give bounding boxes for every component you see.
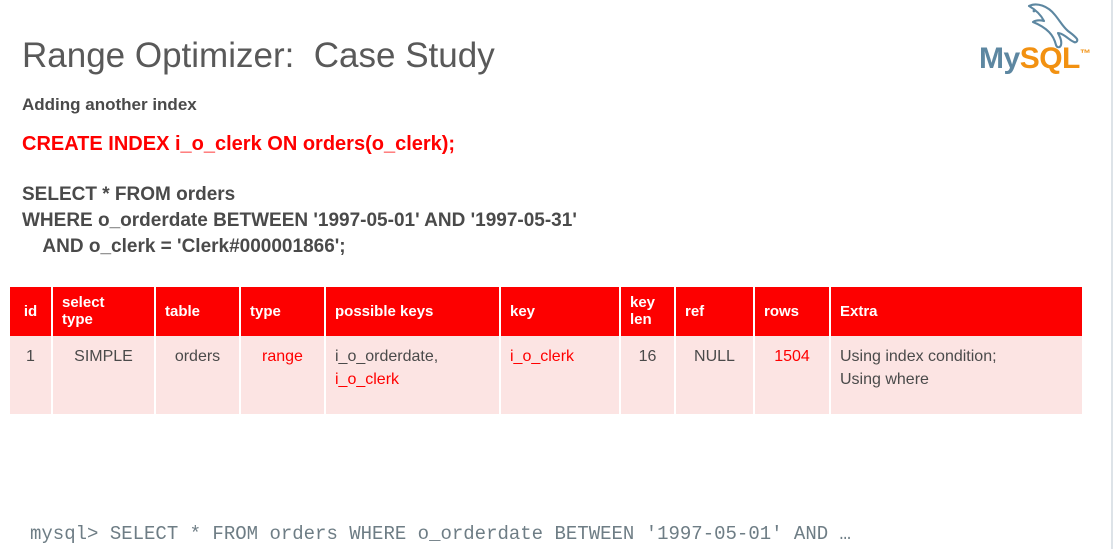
cell-key: i_o_clerk [500, 336, 621, 414]
cell-rows: 1504 [754, 336, 831, 414]
terminal-line-command: mysql> SELECT * FROM orders WHERE o_orde… [30, 523, 851, 545]
cell-type: range [240, 336, 326, 414]
column-header-id: id [10, 287, 53, 336]
cell-ref: NULL [675, 336, 755, 414]
select-statement: SELECT * FROM orders WHERE o_orderdate B… [22, 184, 577, 257]
wordmark-my: My [979, 42, 1020, 75]
create-index-statement: CREATE INDEX i_o_clerk ON orders(o_clerk… [22, 133, 456, 155]
explain-table: id select type table type possible keys … [10, 287, 1082, 414]
table-row: 1 SIMPLE orders range i_o_orderdate, i_o_… [10, 336, 1082, 414]
wordmark-sql: SQL [1019, 42, 1081, 75]
column-header-ref: ref [675, 287, 755, 336]
cell-id: 1 [10, 336, 53, 414]
cell-possible-keys: i_o_orderdate, i_o_clerk [325, 336, 501, 414]
possible-keys-plain: i_o_orderdate, [335, 348, 439, 365]
mysql-logo: MySQL™ [979, 2, 1091, 90]
cell-table: orders [155, 336, 241, 414]
column-header-table: table [155, 287, 241, 336]
slide: MySQL™ Range Optimizer: Case Study Addin… [0, 0, 1113, 549]
cell-select-type: SIMPLE [52, 336, 156, 414]
mysql-wordmark: MySQL™ [979, 42, 1091, 76]
column-header-select-type: select type [52, 287, 156, 336]
terminal-output: mysql> SELECT * FROM orders WHERE o_orde… [30, 464, 851, 549]
page-subtitle: Adding another index [22, 95, 197, 114]
column-header-key-len: key len [620, 287, 676, 336]
possible-keys-highlight: i_o_clerk [335, 371, 400, 388]
column-header-extra: Extra [830, 287, 1082, 336]
table-header-row: id select type table type possible keys … [10, 287, 1082, 336]
column-header-possible-keys: possible keys [325, 287, 501, 336]
column-header-rows: rows [754, 287, 831, 336]
column-header-type: type [240, 287, 326, 336]
cell-extra: Using index condition; Using where [830, 336, 1082, 414]
cell-key-len: 16 [620, 336, 676, 414]
wordmark-trademark: ™ [1079, 48, 1091, 60]
column-header-key: key [500, 287, 621, 336]
page-title: Range Optimizer: Case Study [22, 36, 495, 75]
